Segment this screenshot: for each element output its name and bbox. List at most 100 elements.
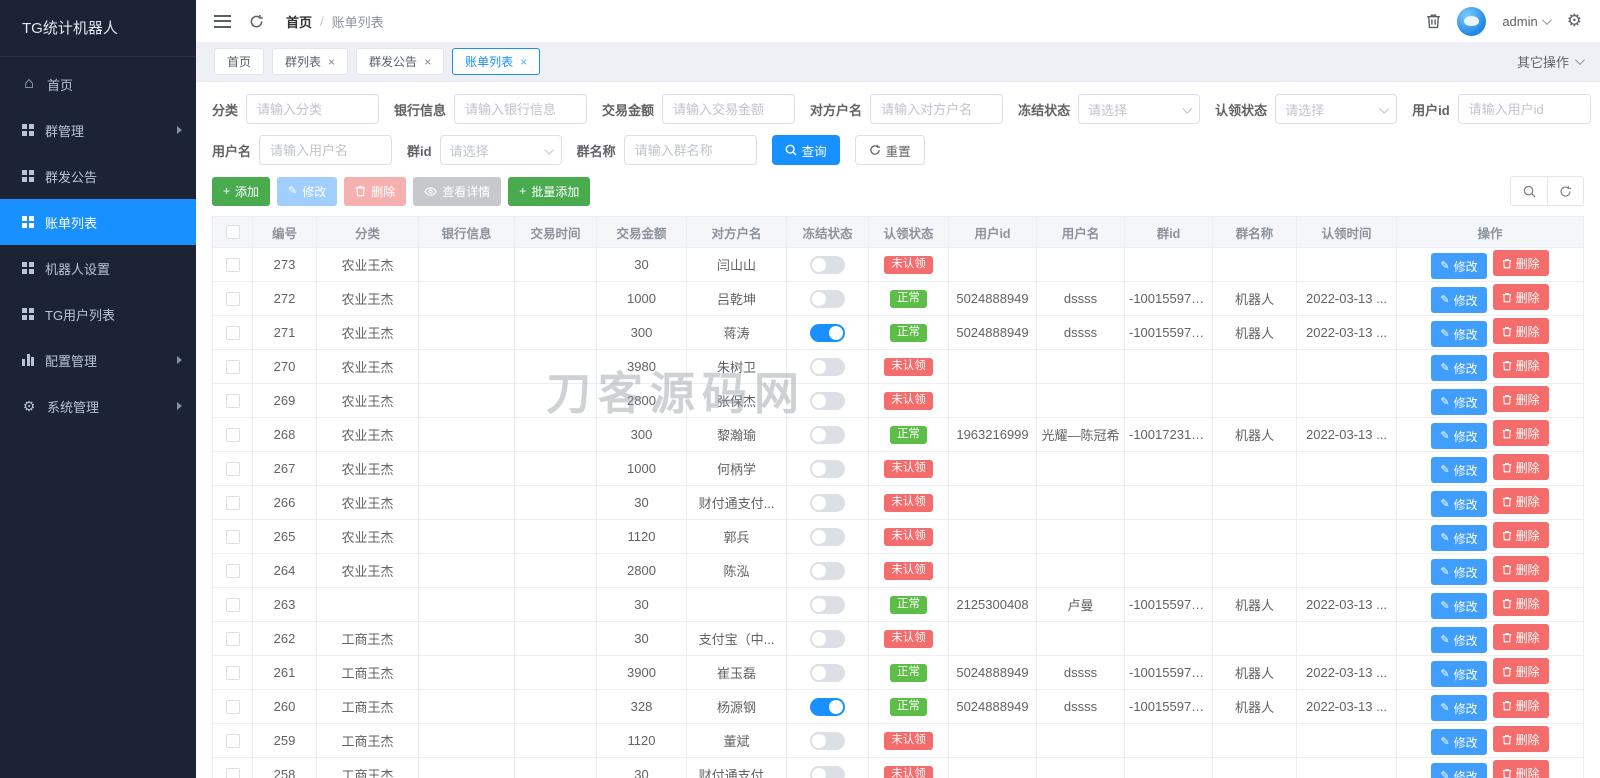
reset-button[interactable]: 重置 xyxy=(854,135,925,165)
row-checkbox[interactable] xyxy=(225,462,240,477)
row-delete-button[interactable]: 删除 xyxy=(1492,488,1549,514)
table-refresh-button[interactable] xyxy=(1547,177,1583,205)
row-checkbox[interactable] xyxy=(225,666,240,681)
row-checkbox[interactable] xyxy=(225,700,240,715)
group-id-select[interactable]: 请选择 xyxy=(439,135,562,165)
frozen-toggle[interactable] xyxy=(810,765,845,778)
frozen-toggle[interactable] xyxy=(810,425,845,444)
sidebar-item-broadcast[interactable]: 群发公告 xyxy=(0,153,196,199)
frozen-toggle[interactable] xyxy=(810,731,845,750)
close-icon[interactable]: × xyxy=(328,56,335,68)
sidebar-item-system-management[interactable]: ⚙ 系统管理 xyxy=(0,383,196,429)
row-edit-button[interactable]: ✎ 修改 xyxy=(1431,287,1487,313)
row-edit-button[interactable]: ✎ 修改 xyxy=(1431,559,1487,585)
row-checkbox[interactable] xyxy=(225,258,240,273)
row-checkbox[interactable] xyxy=(225,598,240,613)
username-input[interactable] xyxy=(259,135,393,165)
row-edit-button[interactable]: ✎ 修改 xyxy=(1431,321,1487,347)
row-edit-button[interactable]: ✎ 修改 xyxy=(1431,627,1487,653)
row-edit-button[interactable]: ✎ 修改 xyxy=(1431,355,1487,381)
frozen-toggle[interactable] xyxy=(810,391,845,410)
sidebar-item-robot-settings[interactable]: 机器人设置 xyxy=(0,245,196,291)
row-delete-button[interactable]: 删除 xyxy=(1492,556,1549,582)
trade-amount-input[interactable] xyxy=(662,94,796,124)
bank-info-input[interactable] xyxy=(454,94,588,124)
frozen-toggle[interactable] xyxy=(810,357,845,376)
claim-status-select[interactable]: 请选择 xyxy=(1275,94,1398,124)
frozen-toggle[interactable] xyxy=(810,459,845,478)
row-delete-button[interactable]: 删除 xyxy=(1492,386,1549,412)
frozen-toggle[interactable] xyxy=(810,255,845,274)
row-delete-button[interactable]: 删除 xyxy=(1492,284,1549,310)
sidebar-item-config-management[interactable]: 配置管理 xyxy=(0,337,196,383)
batch-add-button[interactable]: + 批量添加 xyxy=(508,176,591,206)
row-edit-button[interactable]: ✎ 修改 xyxy=(1431,695,1487,721)
frozen-toggle[interactable] xyxy=(810,289,845,308)
breadcrumb-home[interactable]: 首页 xyxy=(286,12,312,31)
table-search-button[interactable] xyxy=(1511,177,1547,205)
row-delete-button[interactable]: 删除 xyxy=(1492,352,1549,378)
row-delete-button[interactable]: 删除 xyxy=(1492,692,1549,718)
row-edit-button[interactable]: ✎ 修改 xyxy=(1431,491,1487,517)
add-button[interactable]: + 添加 xyxy=(212,176,271,206)
user-id-input[interactable] xyxy=(1457,94,1591,124)
row-edit-button[interactable]: ✎ 修改 xyxy=(1431,729,1487,755)
frozen-toggle[interactable] xyxy=(810,527,845,546)
row-delete-button[interactable]: 删除 xyxy=(1492,318,1549,344)
sidebar-item-home[interactable]: ⌂ 首页 xyxy=(0,61,196,107)
row-edit-button[interactable]: ✎ 修改 xyxy=(1431,661,1487,687)
row-checkbox[interactable] xyxy=(225,768,240,778)
row-delete-button[interactable]: 删除 xyxy=(1492,522,1549,548)
row-checkbox[interactable] xyxy=(225,360,240,375)
group-name-input[interactable] xyxy=(623,135,757,165)
row-checkbox[interactable] xyxy=(225,530,240,545)
row-checkbox[interactable] xyxy=(225,394,240,409)
avatar[interactable] xyxy=(1457,6,1487,36)
row-delete-button[interactable]: 删除 xyxy=(1492,726,1549,752)
counterparty-input[interactable] xyxy=(870,94,1004,124)
sidebar-item-tg-user-list[interactable]: TG用户列表 xyxy=(0,291,196,337)
row-delete-button[interactable]: 删除 xyxy=(1492,624,1549,650)
gear-icon[interactable]: ⚙ xyxy=(1567,11,1582,31)
frozen-toggle[interactable] xyxy=(810,697,845,716)
row-edit-button[interactable]: ✎ 修改 xyxy=(1431,389,1487,415)
frozen-toggle[interactable] xyxy=(810,629,845,648)
row-checkbox[interactable] xyxy=(225,292,240,307)
frozen-toggle[interactable] xyxy=(810,595,845,614)
hamburger-icon[interactable] xyxy=(214,14,231,28)
row-delete-button[interactable]: 删除 xyxy=(1492,420,1549,446)
refresh-icon[interactable] xyxy=(249,14,264,29)
frozen-toggle[interactable] xyxy=(810,323,845,342)
category-input[interactable] xyxy=(246,94,380,124)
delete-button[interactable]: 删除 xyxy=(344,176,407,206)
row-edit-button[interactable]: ✎ 修改 xyxy=(1431,525,1487,551)
row-checkbox[interactable] xyxy=(225,564,240,579)
row-delete-button[interactable]: 删除 xyxy=(1492,760,1549,778)
row-checkbox[interactable] xyxy=(225,326,240,341)
tab-group-list[interactable]: 群列表 × xyxy=(272,48,349,75)
trash-icon[interactable] xyxy=(1426,13,1441,29)
frozen-toggle[interactable] xyxy=(810,493,845,512)
row-checkbox[interactable] xyxy=(225,428,240,443)
row-delete-button[interactable]: 删除 xyxy=(1492,590,1549,616)
frozen-status-select[interactable]: 请选择 xyxy=(1078,94,1201,124)
row-edit-button[interactable]: ✎ 修改 xyxy=(1431,593,1487,619)
tab-bill-list[interactable]: 账单列表 × xyxy=(452,48,541,75)
row-delete-button[interactable]: 删除 xyxy=(1492,250,1549,276)
row-edit-button[interactable]: ✎ 修改 xyxy=(1431,423,1487,449)
view-detail-button[interactable]: 查看详情 xyxy=(413,176,502,206)
edit-button[interactable]: ✎ 修改 xyxy=(277,176,338,206)
frozen-toggle[interactable] xyxy=(810,561,845,580)
row-checkbox[interactable] xyxy=(225,496,240,511)
select-all-checkbox[interactable] xyxy=(225,225,240,240)
sidebar-item-bill-list[interactable]: 账单列表 xyxy=(0,199,196,245)
tab-more-actions[interactable]: 其它操作 xyxy=(1517,52,1585,71)
row-delete-button[interactable]: 删除 xyxy=(1492,454,1549,480)
row-checkbox[interactable] xyxy=(225,734,240,749)
row-edit-button[interactable]: ✎ 修改 xyxy=(1431,763,1487,778)
row-checkbox[interactable] xyxy=(225,632,240,647)
tab-home[interactable]: 首页 xyxy=(214,48,265,75)
row-edit-button[interactable]: ✎ 修改 xyxy=(1431,253,1487,279)
frozen-toggle[interactable] xyxy=(810,663,845,682)
user-menu[interactable]: admin xyxy=(1502,14,1552,29)
